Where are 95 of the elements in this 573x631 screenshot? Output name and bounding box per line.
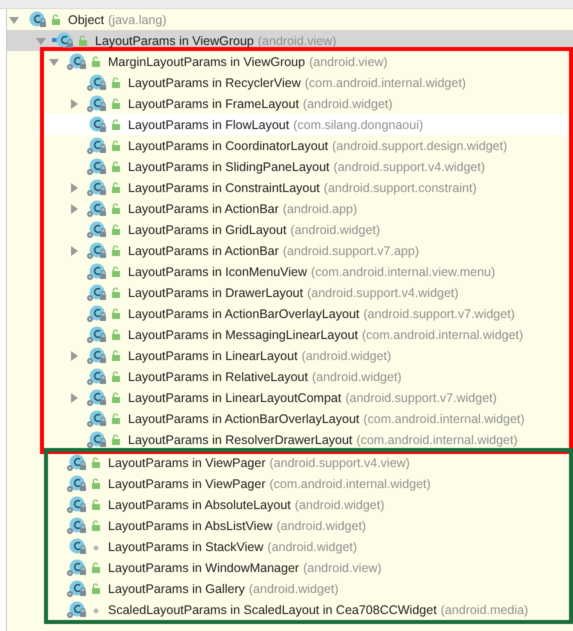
tree-item[interactable]: LayoutParams in GridLayout (android.widget) xyxy=(44,219,569,240)
package-name: (com.silang.dongnaoui) xyxy=(293,118,424,132)
package-name: (android.support.v4.widget) xyxy=(307,286,459,300)
class-name: LayoutParams in AbsoluteLayout xyxy=(108,498,291,512)
collapse-arrow-icon[interactable] xyxy=(49,56,59,66)
class-name: LayoutParams in FrameLayout xyxy=(128,96,299,110)
tree-item[interactable]: LayoutParams in AbsoluteLayout (android.widget) xyxy=(48,494,569,515)
class-name: LayoutParams in CoordinatorLayout xyxy=(128,138,328,152)
package-name: (android.support.v7.widget) xyxy=(363,306,515,320)
class-name: LayoutParams in ViewPager xyxy=(108,476,266,490)
class-name: LayoutParams in ViewGroup xyxy=(95,34,254,48)
package-name: (android.widget) xyxy=(290,222,380,236)
package-name: (java.lang) xyxy=(108,12,167,26)
class-name: MarginLayoutParams in ViewGroup xyxy=(108,54,306,68)
class-name: LayoutParams in Gallery xyxy=(108,582,245,596)
class-name: LayoutParams in FlowLayout xyxy=(128,118,290,132)
tree-item[interactable]: LayoutParams in LinearLayout (android.widget) xyxy=(44,345,569,366)
package-name: (android.view) xyxy=(258,34,336,48)
package-name: (com.android.internal.widget) xyxy=(304,76,466,90)
expand-arrow-icon[interactable] xyxy=(69,246,79,256)
class-name: LayoutParams in ResolverDrawerLayout xyxy=(128,432,352,446)
class-name: LayoutParams in MessagingLinearLayout xyxy=(128,328,358,342)
package-name: (com.android.internal.widget) xyxy=(356,432,518,446)
package-name: (android.view) xyxy=(303,560,382,574)
package-name: (android.app) xyxy=(282,202,358,216)
class-name: ScaledLayoutParams in ScaledLayout in Cea708CCWidget xyxy=(108,602,437,616)
package-name: (android.support.v7.widget) xyxy=(345,390,497,404)
class-name: LayoutParams in ActionBar xyxy=(128,202,279,216)
class-name: LayoutParams in LinearLayoutCompat xyxy=(128,390,342,404)
package-name: (android.support.v4.view) xyxy=(270,456,410,470)
tree-item[interactable]: LayoutParams in ViewPager (android.support.v4.view) xyxy=(48,452,569,473)
package-name: (android.support.design.widget) xyxy=(332,138,508,152)
package-name: (com.android.internal.view.menu) xyxy=(311,264,496,278)
tree-item[interactable]: LayoutParams in Gallery (android.widget) xyxy=(48,578,569,599)
tree-item[interactable]: LayoutParams in StackView (android.widget) xyxy=(48,536,569,557)
class-name: LayoutParams in SlidingPaneLayout xyxy=(128,160,330,174)
class-name: LayoutParams in IconMenuView xyxy=(128,264,308,278)
tree-item[interactable]: LayoutParams in CoordinatorLayout (android.support.design.widget) xyxy=(44,135,569,156)
expand-arrow-icon[interactable] xyxy=(69,182,79,192)
tree-item[interactable]: LayoutParams in IconMenuView (com.android.internal.view.menu) xyxy=(44,261,569,282)
class-name: LayoutParams in GridLayout xyxy=(128,222,286,236)
tree-item[interactable]: ScaledLayoutParams in ScaledLayout in Cea708CCWidget (android.media) xyxy=(48,599,569,620)
collapse-arrow-icon[interactable] xyxy=(36,36,46,46)
class-name: LayoutParams in StackView xyxy=(108,540,264,554)
tree-item[interactable]: LayoutParams in WindowManager (android.view) xyxy=(48,557,569,578)
tree-item[interactable]: LayoutParams in ResolverDrawerLayout (com.android.internal.widget) xyxy=(44,429,569,450)
tree-item[interactable]: LayoutParams in AbsListView (android.widget) xyxy=(48,515,569,536)
tree-item[interactable]: LayoutParams in SlidingPaneLayout (android.support.v4.widget) xyxy=(44,156,569,177)
tree-item[interactable]: MarginLayoutParams in ViewGroup (android.view) xyxy=(44,51,569,72)
expand-arrow-icon[interactable] xyxy=(69,204,79,214)
package-name: (android.widget) xyxy=(267,540,358,554)
tree-item[interactable]: LayoutParams in FrameLayout (android.widget) xyxy=(44,93,569,114)
class-name: Object xyxy=(68,12,104,26)
tree-item[interactable]: LayoutParams in MessagingLinearLayout (com.android.internal.widget) xyxy=(44,324,569,345)
package-name: (android.widget) xyxy=(294,498,384,512)
class-name: LayoutParams in RecyclerView xyxy=(128,76,301,90)
package-name: (android.widget) xyxy=(248,582,339,596)
class-name: LayoutParams in ConstraintLayout xyxy=(128,180,320,194)
package-name: (android.support.v7.app) xyxy=(282,244,419,258)
tree-item[interactable]: LayoutParams in ViewPager (com.android.internal.widget) xyxy=(48,473,569,494)
tree-item[interactable]: LayoutParams in ActionBar (android.support.v7.app) xyxy=(44,240,569,261)
class-name: LayoutParams in DrawerLayout xyxy=(128,286,304,300)
class-name: LayoutParams in AbsListView xyxy=(108,518,272,532)
package-name: (com.android.internal.widget) xyxy=(362,328,524,342)
tree-item[interactable]: LayoutParams in DrawerLayout (android.support.v4.widget) xyxy=(44,282,569,303)
class-name: LayoutParams in LinearLayout xyxy=(128,348,298,362)
tree-item[interactable]: LayoutParams in ActionBarOverlayLayout (com.android.internal.widget) xyxy=(44,408,569,429)
expand-arrow-icon[interactable] xyxy=(69,350,79,360)
class-name: LayoutParams in ActionBarOverlayLayout xyxy=(128,306,360,320)
package-name: (android.widget) xyxy=(312,370,402,384)
package-name: (android.support.v4.widget) xyxy=(334,160,486,174)
tree-item[interactable]: LayoutParams in ConstraintLayout (android.support.constraint) xyxy=(44,177,569,198)
package-name: (android.support.constraint) xyxy=(324,180,477,194)
tree-item[interactable]: LayoutParams in RecyclerView (com.android.internal.widget) xyxy=(44,72,569,93)
class-name: LayoutParams in WindowManager xyxy=(108,560,300,574)
package-name: (android.view) xyxy=(309,54,388,68)
tree-item[interactable]: Object (java.lang) xyxy=(0,9,573,30)
tree-item[interactable]: LayoutParams in ActionBar (android.app) xyxy=(44,198,569,219)
package-name: (android.widget) xyxy=(302,96,393,110)
class-name: LayoutParams in RelativeLayout xyxy=(128,370,308,384)
tree-item[interactable]: LayoutParams in LinearLayoutCompat (android.support.v7.widget) xyxy=(44,387,569,408)
package-name: (android.widget) xyxy=(276,518,366,532)
collapse-arrow-icon[interactable] xyxy=(9,14,19,24)
expand-arrow-icon[interactable] xyxy=(69,392,79,402)
package-name: (com.android.internal.widget) xyxy=(270,476,431,490)
class-name: LayoutParams in ActionBar xyxy=(128,244,279,258)
tree-item[interactable]: LayoutParams in RelativeLayout (android.widget) xyxy=(44,366,569,387)
expand-arrow-icon[interactable] xyxy=(69,98,79,108)
package-name: (com.android.internal.widget) xyxy=(363,412,525,426)
tree-item[interactable]: LayoutParams in FlowLayout (com.silang.dongnaoui) xyxy=(44,114,569,135)
package-name: (android.media) xyxy=(440,602,528,616)
tree-item[interactable]: LayoutParams in ActionBarOverlayLayout (android.support.v7.widget) xyxy=(44,303,569,324)
class-name: LayoutParams in ActionBarOverlayLayout xyxy=(128,412,360,426)
class-name: LayoutParams in ViewPager xyxy=(108,456,266,470)
package-name: (android.widget) xyxy=(302,348,392,362)
